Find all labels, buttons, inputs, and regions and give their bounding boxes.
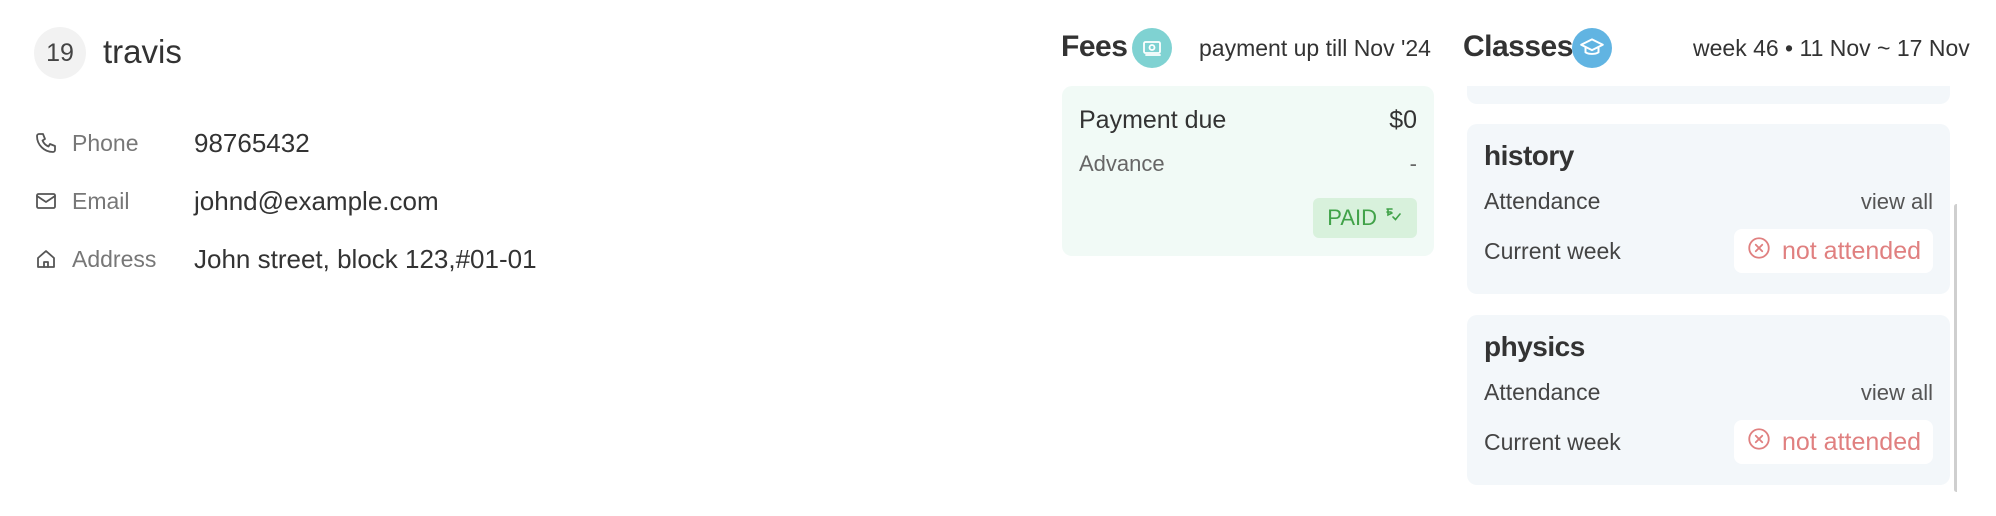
attendance-status-text: not attended: [1781, 236, 1921, 265]
advance-value: -: [1409, 151, 1417, 176]
graduation-cap-icon: [1572, 28, 1612, 68]
phone-icon: [34, 129, 62, 157]
paid-status-badge: PAID: [1313, 198, 1417, 238]
address-value: John street, block 123,#01-01: [194, 243, 537, 274]
student-name: travis: [103, 33, 182, 70]
fees-period: payment up till Nov '24: [1199, 35, 1431, 61]
student-number: 19: [46, 38, 74, 67]
paid-check-icon: [1383, 205, 1403, 231]
attendance-label: Attendance: [1484, 379, 1601, 405]
home-icon: [34, 245, 62, 273]
class-name: history: [1484, 140, 1574, 171]
email-row: Email johnd@example.com: [34, 181, 439, 221]
current-week-label: Current week: [1484, 237, 1621, 264]
view-all-link[interactable]: view all: [1861, 380, 1933, 406]
close-circle-icon: [1746, 426, 1772, 459]
previous-class-card: [1467, 86, 1950, 104]
attendance-status-text: not attended: [1781, 427, 1921, 456]
money-icon: [1132, 28, 1172, 68]
attendance-label: Attendance: [1484, 188, 1601, 214]
attendance-status-badge: not attended: [1733, 229, 1933, 273]
phone-value: 98765432: [194, 127, 310, 158]
classes-title: Classes: [1463, 30, 1573, 63]
class-card-physics: physics Attendance view all Current week…: [1467, 315, 1950, 485]
scrollbar-thumb[interactable]: [1954, 204, 1957, 492]
mail-icon: [34, 187, 62, 215]
address-label: Address: [72, 245, 157, 272]
email-label: Email: [72, 187, 130, 214]
current-week-label: Current week: [1484, 428, 1621, 455]
email-value: johnd@example.com: [194, 185, 439, 216]
fees-card: Payment due $0 Advance - PAID: [1062, 86, 1434, 256]
paid-status-text: PAID: [1327, 205, 1377, 230]
advance-label: Advance: [1079, 151, 1165, 176]
week-range: week 46 • 11 Nov ~ 17 Nov: [1693, 35, 1970, 61]
phone-row: Phone 98765432: [34, 123, 310, 163]
class-name: physics: [1484, 331, 1585, 362]
classes-scroll-area[interactable]: history Attendance view all Current week…: [1463, 86, 1957, 498]
view-all-link[interactable]: view all: [1861, 189, 1933, 215]
address-row: Address John street, block 123,#01-01: [34, 239, 537, 279]
payment-due-value: $0: [1389, 106, 1417, 134]
fees-title: Fees: [1061, 30, 1128, 63]
phone-label: Phone: [72, 129, 139, 156]
close-circle-icon: [1746, 235, 1772, 268]
attendance-status-badge: not attended: [1733, 420, 1933, 464]
avatar: 19: [34, 27, 86, 79]
payment-due-label: Payment due: [1079, 106, 1227, 134]
class-card-history: history Attendance view all Current week…: [1467, 124, 1950, 294]
